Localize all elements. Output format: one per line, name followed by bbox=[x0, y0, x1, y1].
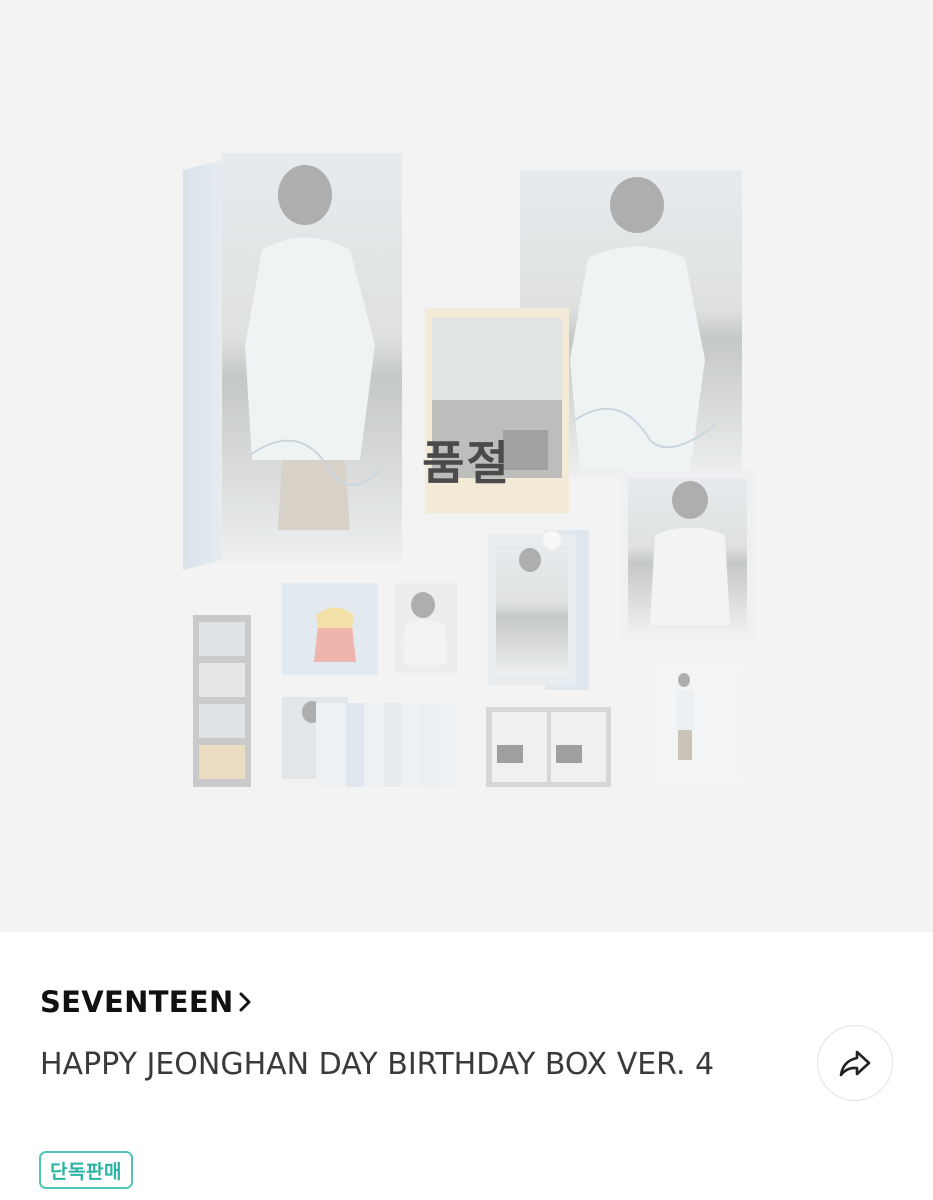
product-info: SEVENTEEN HAPPY JEONGHAN DAY BIRTHDAY BO… bbox=[0, 932, 933, 1200]
chevron-right-icon bbox=[239, 992, 251, 1012]
product-image[interactable]: 품절 bbox=[0, 0, 933, 932]
badge-label: 단독판매 bbox=[50, 1160, 122, 1183]
product-title: HAPPY JEONGHAN DAY BIRTHDAY BOX VER. 4 bbox=[40, 1047, 715, 1082]
exclusive-badge: 단독판매 bbox=[39, 1151, 133, 1189]
share-arrow-icon bbox=[839, 1050, 871, 1077]
brand-name: SEVENTEEN bbox=[40, 985, 234, 1019]
share-button[interactable] bbox=[817, 1025, 893, 1101]
soldout-label: 품절 bbox=[422, 436, 511, 490]
brand-link[interactable]: SEVENTEEN bbox=[40, 984, 255, 1020]
